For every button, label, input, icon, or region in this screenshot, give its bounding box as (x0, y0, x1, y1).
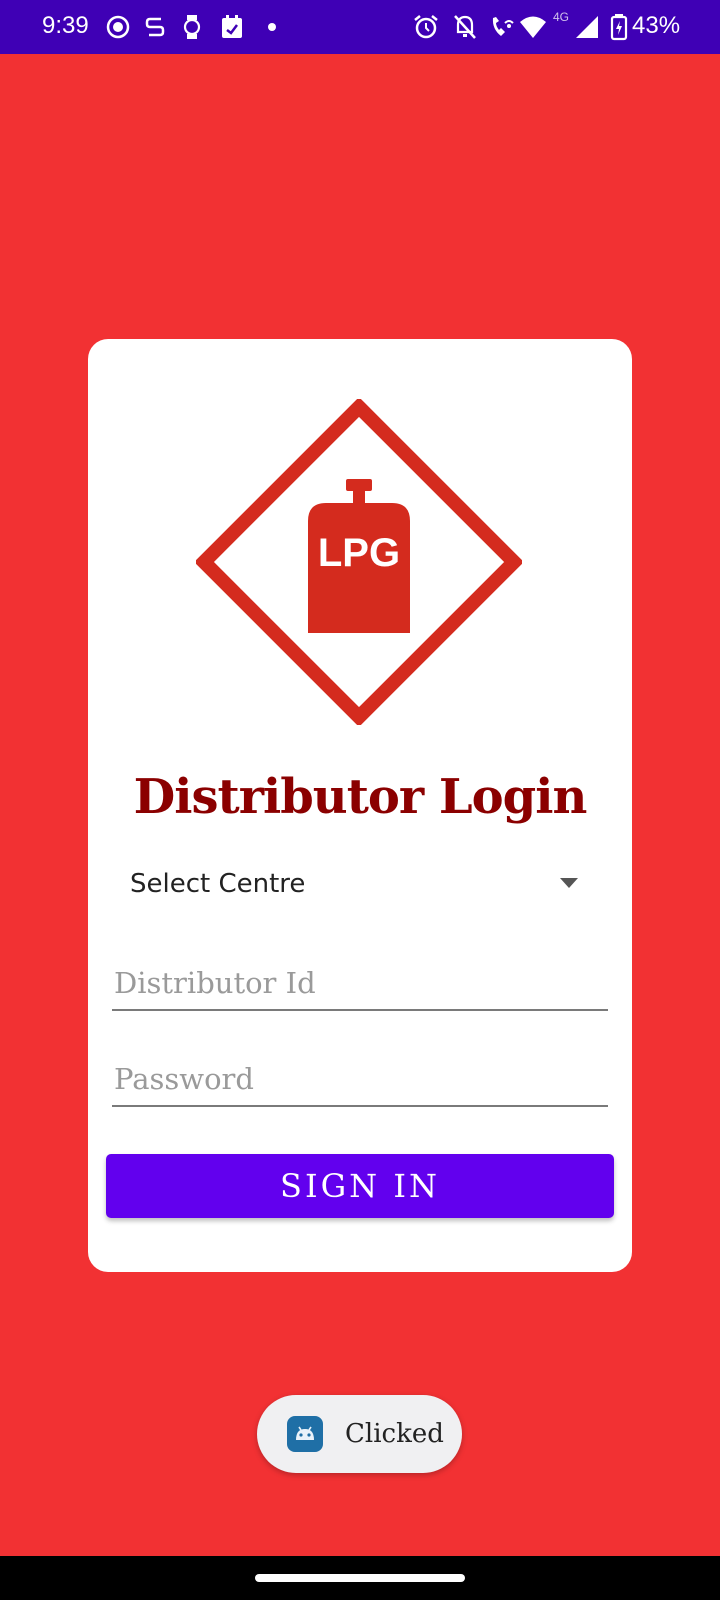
status-bar: 9:39 4G 43% (0, 0, 720, 54)
wifi-calling-icon (492, 17, 514, 36)
logo-text: LPG (318, 531, 400, 575)
navigation-bar (0, 1556, 720, 1600)
page-title: Distributor Login (133, 769, 588, 825)
lpg-cylinder-logo: LPG (196, 399, 522, 725)
battery-charging-icon (610, 14, 628, 41)
login-card: LPG Distributor Login Select Centre SIGN… (88, 339, 632, 1272)
clock: 9:39 (42, 12, 89, 39)
sign-in-button[interactable]: SIGN IN (106, 1154, 614, 1218)
centre-spinner-label: Select Centre (130, 869, 306, 899)
network-type: 4G (553, 10, 570, 24)
watch-icon (183, 15, 201, 39)
toast-message: Clicked (345, 1419, 444, 1449)
home-gesture-handle[interactable] (255, 1574, 465, 1582)
wifi-icon (520, 16, 546, 38)
alarm-icon (414, 15, 438, 39)
battery-percentage: 43% (632, 12, 681, 39)
signal-icon (576, 16, 598, 38)
toast: Clicked (257, 1395, 462, 1473)
android-app-icon (287, 1416, 323, 1452)
centre-spinner[interactable]: Select Centre (112, 859, 608, 909)
distributor-id-input[interactable] (112, 957, 608, 1011)
dot-icon (268, 23, 276, 31)
calendar-icon (222, 15, 242, 38)
sync-icon (145, 17, 165, 37)
screen-record-icon (106, 15, 130, 39)
notifications-off-icon (454, 15, 476, 39)
dropdown-arrow-icon (560, 878, 578, 888)
password-input[interactable] (112, 1053, 608, 1107)
